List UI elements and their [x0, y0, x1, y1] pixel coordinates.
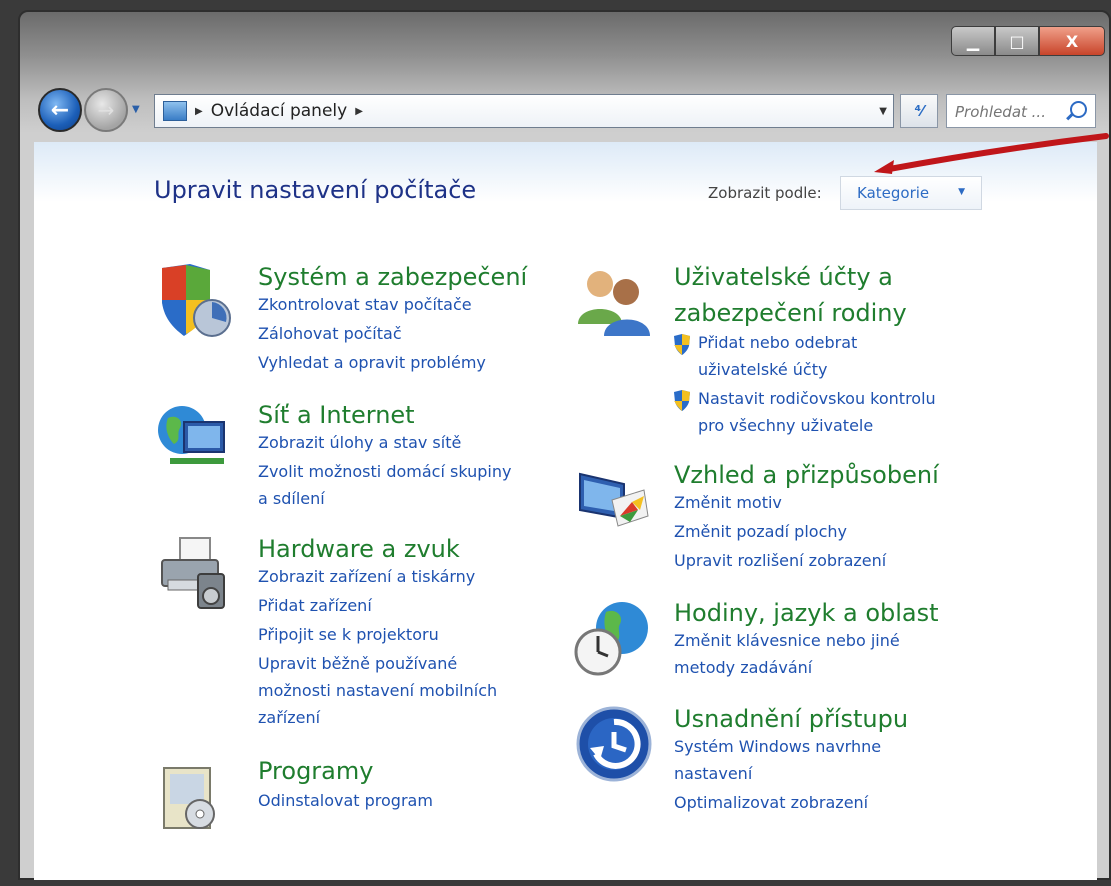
search-icon[interactable]	[1070, 101, 1087, 118]
clock-globe-icon	[574, 602, 648, 676]
category-title-line2[interactable]: zabezpečení rodiny	[674, 296, 907, 330]
control-panel-window: ▁ □ X ← → ▼ ▶ Ovládací panely ▶ ▼ ⁴⁄ Upr…	[18, 10, 1111, 880]
address-dropdown-button[interactable]: ▼	[879, 106, 887, 117]
minimize-button[interactable]: ▁	[951, 26, 995, 56]
link-sharing[interactable]: a sdílení	[258, 488, 325, 510]
refresh-icon: ⁴⁄	[914, 102, 924, 120]
link-optimize-display[interactable]: Optimalizovat zobrazení	[674, 792, 868, 814]
link-parental-controls-2[interactable]: pro všechny uživatele	[698, 415, 873, 437]
users-icon	[578, 271, 650, 336]
link-adjust-resolution[interactable]: Upravit rozlišení zobrazení	[674, 550, 886, 572]
window-controls: ▁ □ X	[951, 26, 1105, 56]
category-title[interactable]: Systém a zabezpečení	[258, 260, 527, 294]
recent-pages-dropdown[interactable]: ▼	[132, 104, 140, 115]
link-add-remove-accounts[interactable]: Přidat nebo odebrat	[698, 332, 857, 354]
link-change-theme[interactable]: Změnit motiv	[674, 492, 782, 514]
address-bar[interactable]: ▶ Ovládací panely ▶ ▼	[154, 94, 894, 128]
category-title[interactable]: Hodiny, jazyk a oblast	[674, 596, 939, 630]
link-add-device[interactable]: Přidat zařízení	[258, 595, 372, 617]
page-title: Upravit nastavení počítače	[154, 176, 477, 204]
link-homegroup[interactable]: Zvolit možnosti domácí skupiny	[258, 461, 511, 483]
breadcrumb-separator[interactable]: ▶	[195, 106, 203, 117]
arrow-right-icon: →	[97, 98, 115, 122]
breadcrumb-control-panel[interactable]: Ovládací panely	[211, 101, 348, 121]
link-recommend-settings-2[interactable]: nastavení	[674, 763, 752, 785]
category-title[interactable]: Hardware a zvuk	[258, 532, 460, 566]
refresh-button[interactable]: ⁴⁄	[900, 94, 938, 128]
search-input[interactable]	[953, 100, 1067, 124]
view-by-select[interactable]: Kategorie ▼	[840, 176, 982, 210]
link-troubleshoot[interactable]: Vyhledat a opravit problémy	[258, 352, 486, 374]
back-button[interactable]: ←	[38, 88, 82, 132]
printer-icon	[161, 537, 225, 609]
maximize-button[interactable]: □	[995, 26, 1039, 56]
uac-shield-icon	[674, 334, 690, 355]
link-backup[interactable]: Zálohovat počítač	[258, 323, 402, 345]
link-uninstall-program[interactable]: Odinstalovat program	[258, 790, 433, 812]
category-title[interactable]: Programy	[258, 754, 373, 788]
breadcrumb-separator[interactable]: ▶	[355, 106, 363, 117]
link-network-status[interactable]: Zobrazit úlohy a stav sítě	[258, 432, 461, 454]
link-devices-printers[interactable]: Zobrazit zařízení a tiskárny	[258, 566, 475, 588]
search-box	[946, 94, 1096, 128]
link-projector[interactable]: Připojit se k projektoru	[258, 624, 439, 646]
ease-of-access-icon	[576, 706, 652, 782]
link-add-remove-accounts-2[interactable]: uživatelské účty	[698, 359, 827, 381]
link-recommend-settings[interactable]: Systém Windows navrhne	[674, 736, 881, 758]
display-color-icon	[579, 472, 649, 527]
link-change-keyboards[interactable]: Změnit klávesnice nebo jiné	[674, 630, 900, 652]
close-button[interactable]: X	[1039, 26, 1105, 56]
link-check-status[interactable]: Zkontrolovat stav počítače	[258, 294, 472, 316]
programs-icon	[163, 767, 215, 829]
title-bar[interactable]: ▁ □ X	[20, 12, 1109, 82]
link-input-methods[interactable]: metody zadávání	[674, 657, 812, 679]
category-title[interactable]: Usnadnění přístupu	[674, 702, 908, 736]
link-parental-controls[interactable]: Nastavit rodičovskou kontrolu	[698, 388, 936, 410]
content-area: Upravit nastavení počítače Zobrazit podl…	[34, 142, 1097, 880]
arrow-left-icon: ←	[50, 97, 70, 123]
view-by-value: Kategorie	[857, 184, 930, 202]
category-title[interactable]: Síť a Internet	[258, 398, 415, 432]
category-title[interactable]: Uživatelské účty a	[674, 260, 893, 294]
forward-button[interactable]: →	[84, 88, 128, 132]
link-change-background[interactable]: Změnit pozadí plochy	[674, 521, 847, 543]
link-mobility-settings[interactable]: Upravit běžně používané	[258, 653, 457, 675]
view-by-label: Zobrazit podle:	[708, 184, 822, 202]
chevron-down-icon: ▼	[958, 187, 965, 197]
globe-network-icon	[158, 406, 225, 464]
control-panel-icon	[163, 101, 187, 121]
shield-icon	[162, 264, 231, 337]
link-mobility-settings-2[interactable]: možnosti nastavení mobilních	[258, 680, 497, 702]
navigation-bar: ← → ▼ ▶ Ovládací panely ▶ ▼ ⁴⁄	[20, 82, 1109, 142]
category-title[interactable]: Vzhled a přizpůsobení	[674, 458, 939, 492]
uac-shield-icon	[674, 390, 690, 411]
link-mobility-settings-3[interactable]: zařízení	[258, 707, 320, 729]
